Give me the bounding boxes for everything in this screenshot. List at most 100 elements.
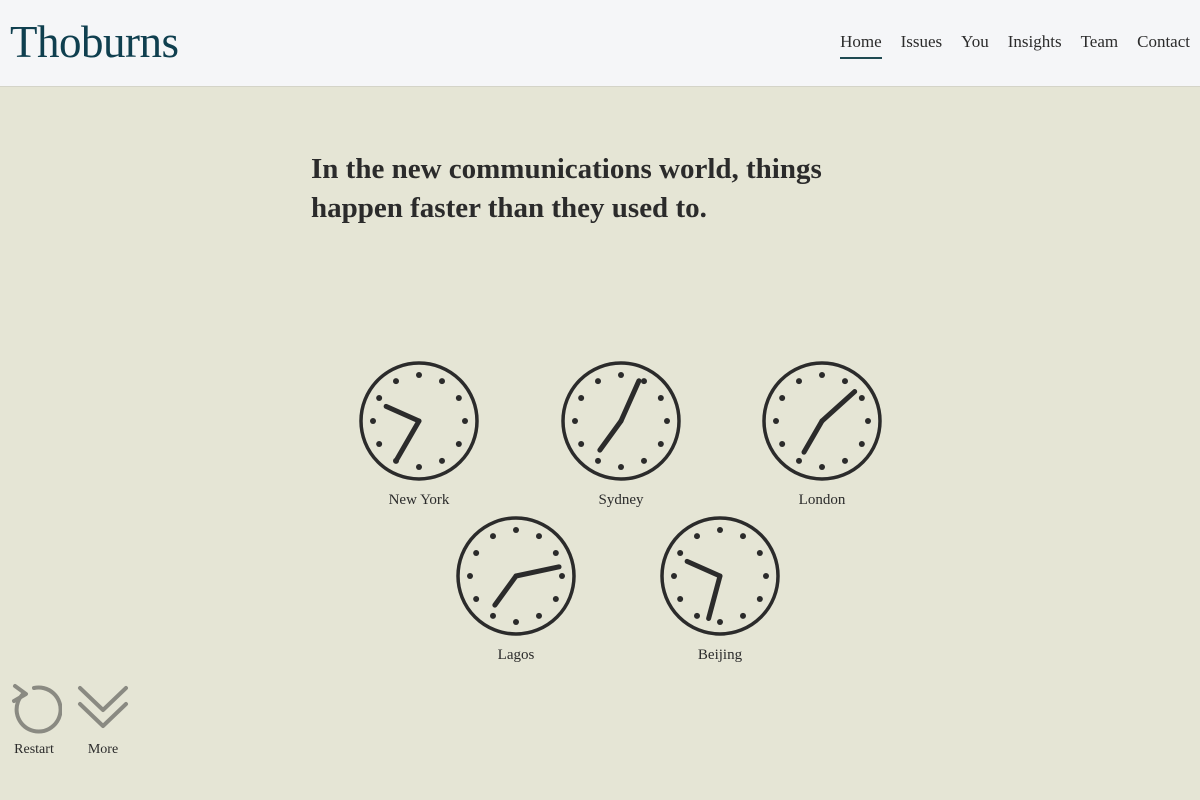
clock-tick [455,395,462,401]
clock-tick [677,596,684,602]
clock-tick [513,619,519,625]
clock-tick [578,395,585,401]
clock-tick [641,457,647,464]
clock-tick [677,550,684,556]
more-label: More [87,742,119,757]
clock-hour-hand [801,418,825,455]
clock-tick [513,527,519,533]
clock-tick [467,573,473,579]
clock-tick [858,441,865,447]
clock-tick [819,372,825,378]
clock-city-label: New York [388,492,450,508]
clock-tick [473,596,480,602]
clock-tick [490,612,496,619]
clock-beijing: Beijing [640,516,800,676]
clock-tick [865,418,871,424]
clock-face-icon [456,516,576,636]
logo[interactable]: Thoburns [10,17,179,67]
clock-city-label: Beijing [697,647,743,663]
clock-face-icon [359,361,479,481]
clock-face-icon [660,516,780,636]
clock-tick [641,378,647,385]
clock-tick [740,612,746,619]
clock-tick [657,441,664,447]
clock-minute-hand [618,378,642,424]
more-button[interactable]: More [75,680,131,758]
clock-tick [473,550,480,556]
clock-tick [370,418,376,424]
clock-tick [393,378,399,385]
clock-tick [717,527,723,533]
clock-tick [536,612,542,619]
clock-minute-hand [394,418,422,462]
clock-tick [595,378,601,385]
clock-face-icon [561,361,681,481]
clock-tick [578,441,585,447]
clock-tick [536,533,542,540]
clock-minute-hand [706,573,723,622]
clock-tick [595,457,601,464]
clock-city-label: London [798,492,846,508]
headline-line-1: In the new communications world, things [311,153,822,185]
clock-hour-hand [492,573,519,608]
clock-tick [439,378,445,385]
clock-tick [490,533,496,540]
clock-minute-hand [513,564,562,579]
clock-tick [552,596,559,602]
chevron-double-down-icon [78,686,128,728]
clock-tick [559,573,565,579]
clock-tick [439,457,445,464]
nav-insights[interactable]: Insights [1008,30,1062,59]
clock-tick [756,596,763,602]
nav-contact[interactable]: Contact [1137,30,1190,59]
clock-city-label: Sydney [598,492,644,508]
clock-tick [694,533,700,540]
nav-team[interactable]: Team [1081,30,1119,59]
clock-tick [717,619,723,625]
restart-label: Restart [14,742,54,757]
clock-tick [416,464,422,470]
clock-tick [694,612,700,619]
clock-tick [657,395,664,401]
clock-tick [858,395,865,401]
site-header: Thoburns Home Issues You Insights Team C… [0,0,1200,87]
nav-issues[interactable]: Issues [901,30,943,59]
clock-tick [763,573,769,579]
clock-face-icon [762,361,882,481]
clock-sydney: Sydney [541,361,701,521]
clock-tick [416,372,422,378]
clock-new-york: New York [339,361,499,521]
clock-tick [773,418,779,424]
clock-tick [618,372,624,378]
headline-line-2: happen faster than they used to. [311,192,707,224]
nav-home[interactable]: Home [840,30,882,59]
clock-tick [376,441,383,447]
restart-icon [12,684,62,734]
clock-tick [552,550,559,556]
clock-tick [462,418,468,424]
clock-london: London [742,361,902,521]
clock-tick [842,378,848,385]
clock-tick [376,395,383,401]
clock-hour-hand [684,558,723,579]
clock-tick [796,378,802,385]
clock-tick [842,457,848,464]
main-nav: Home Issues You Insights Team Contact [840,30,1190,59]
clock-tick [819,464,825,470]
clock-lagos: Lagos [436,516,596,676]
clock-tick [671,573,677,579]
clock-city-label: Lagos [497,647,535,663]
clock-tick [664,418,670,424]
clock-tick [618,464,624,470]
clock-tick [455,441,462,447]
nav-you[interactable]: You [961,30,989,59]
restart-button[interactable]: Restart [6,680,62,758]
clock-tick [756,550,763,556]
clock-tick [796,457,802,464]
page-headline: In the new communications world, things … [311,150,871,228]
clock-hour-hand [383,403,422,424]
clock-tick [740,533,746,540]
clock-minute-hand [819,389,858,424]
clock-tick [779,441,786,447]
clock-tick [779,395,786,401]
